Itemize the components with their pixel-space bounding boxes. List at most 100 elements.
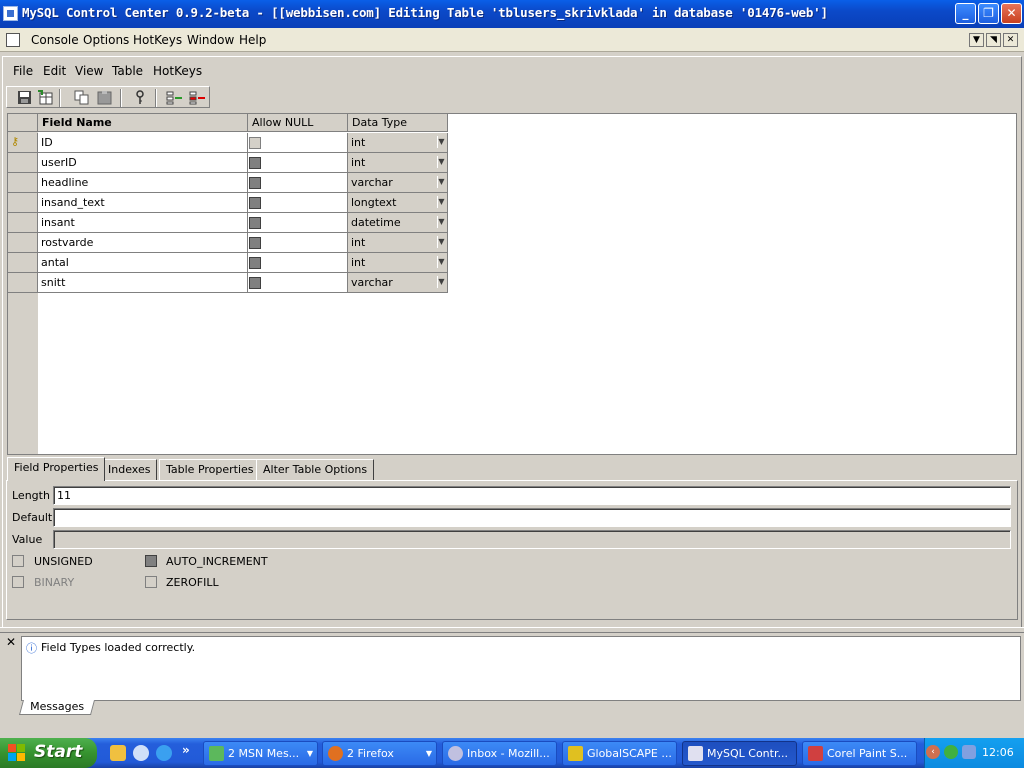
menu-table[interactable]: Table <box>112 64 143 78</box>
close-button[interactable]: ✕ <box>1001 3 1022 24</box>
field-name-cell[interactable]: userID <box>38 153 248 173</box>
allow-null-checkbox[interactable] <box>249 237 261 249</box>
length-input[interactable]: 11 <box>53 486 1011 505</box>
mdi-close-button[interactable]: ✕ <box>1003 33 1018 47</box>
message-text: Field Types loaded correctly. <box>41 641 196 654</box>
allow-null-cell[interactable] <box>248 213 348 233</box>
dropdown-arrow-icon[interactable]: ▼ <box>437 156 445 168</box>
task-mysql[interactable]: MySQL Contr... <box>682 741 797 766</box>
allow-null-cell[interactable] <box>248 133 348 153</box>
allow-null-cell[interactable] <box>248 153 348 173</box>
delete-field-icon[interactable] <box>189 90 206 105</box>
data-type-cell[interactable]: int ▼ <box>348 253 448 273</box>
menu-edit[interactable]: Edit <box>43 64 66 78</box>
menu-hotkeys[interactable]: HotKeys <box>133 33 182 47</box>
document-icon[interactable] <box>6 33 20 47</box>
tray-messenger-icon[interactable] <box>962 745 976 759</box>
menu-console[interactable]: Console <box>31 33 79 47</box>
start-button[interactable]: Start <box>0 738 97 768</box>
ie-icon[interactable] <box>156 745 172 761</box>
tab-messages[interactable]: Messages <box>18 700 96 715</box>
task-msn[interactable]: 2 MSN Mes... ▼ <box>203 741 318 766</box>
data-type-cell[interactable]: longtext ▼ <box>348 193 448 213</box>
window-title: MySQL Control Center 0.9.2-beta - [[webb… <box>22 5 828 20</box>
allow-null-checkbox[interactable] <box>249 217 261 229</box>
field-name-cell[interactable]: insant <box>38 213 248 233</box>
allow-null-cell[interactable] <box>248 193 348 213</box>
task-corel[interactable]: Corel Paint S... <box>802 741 917 766</box>
dropdown-arrow-icon[interactable]: ▼ <box>437 176 445 188</box>
key-icon[interactable] <box>132 90 149 105</box>
field-name-cell[interactable]: insand_text <box>38 193 248 213</box>
allow-null-checkbox[interactable] <box>249 197 261 209</box>
allow-null-checkbox[interactable] <box>249 177 261 189</box>
media-icon[interactable] <box>133 745 149 761</box>
allow-null-cell[interactable] <box>248 233 348 253</box>
allow-null-checkbox[interactable] <box>249 257 261 269</box>
data-type-cell[interactable]: int ▼ <box>348 153 448 173</box>
new-table-icon[interactable] <box>37 90 54 105</box>
minimize-button[interactable]: _ <box>955 3 976 24</box>
header-allow-null[interactable]: Allow NULL <box>248 114 348 132</box>
field-name-cell[interactable]: headline <box>38 173 248 193</box>
dropdown-arrow-icon[interactable]: ▼ <box>437 136 445 148</box>
value-label: Value <box>12 533 43 546</box>
field-name-cell[interactable]: rostvarde <box>38 233 248 253</box>
binary-label: BINARY <box>34 576 75 589</box>
close-messages-icon[interactable]: ✕ <box>4 636 18 650</box>
data-type-cell[interactable]: varchar ▼ <box>348 173 448 193</box>
tray-security-icon[interactable] <box>944 745 958 759</box>
zerofill-checkbox[interactable] <box>145 576 157 588</box>
field-name-cell[interactable]: antal <box>38 253 248 273</box>
data-type-cell[interactable]: int ▼ <box>348 133 448 153</box>
folder-icon[interactable] <box>110 745 126 761</box>
allow-null-checkbox[interactable] <box>249 157 261 169</box>
auto-increment-checkbox[interactable] <box>145 555 157 567</box>
dropdown-arrow-icon[interactable]: ▼ <box>437 236 445 248</box>
data-type-cell[interactable]: int ▼ <box>348 233 448 253</box>
allow-null-cell[interactable] <box>248 173 348 193</box>
tab-table-properties[interactable]: Table Properties <box>159 459 261 480</box>
task-globalscape[interactable]: GlobalSCAPE ... <box>562 741 677 766</box>
allow-null-checkbox[interactable] <box>249 277 261 289</box>
tab-indexes[interactable]: Indexes <box>101 459 158 480</box>
tab-field-properties[interactable]: Field Properties <box>7 457 106 481</box>
dropdown-arrow-icon[interactable]: ▼ <box>437 216 445 228</box>
auto-increment-label: AUTO_INCREMENT <box>166 555 268 568</box>
app-icon[interactable] <box>3 6 18 21</box>
menu-file[interactable]: File <box>13 64 33 78</box>
data-type-cell[interactable]: varchar ▼ <box>348 273 448 293</box>
tray-expand-icon[interactable]: ‹ <box>926 745 940 759</box>
header-field-name[interactable]: Field Name <box>38 114 248 132</box>
menu-options[interactable]: Options <box>83 33 129 47</box>
restore-button[interactable]: ❐ <box>978 3 999 24</box>
tab-alter-table-options[interactable]: Alter Table Options <box>256 459 375 480</box>
mdi-restore-button[interactable]: ◥ <box>986 33 1001 47</box>
allow-null-cell[interactable] <box>248 253 348 273</box>
menu-hotkeys-editor[interactable]: HotKeys <box>153 64 202 78</box>
default-input[interactable] <box>53 508 1011 527</box>
menu-help[interactable]: Help <box>239 33 266 47</box>
field-name-cell[interactable]: snitt <box>38 273 248 293</box>
save-icon[interactable] <box>16 90 33 105</box>
header-data-type[interactable]: Data Type <box>348 114 448 132</box>
dropdown-arrow-icon[interactable]: ▼ <box>437 196 445 208</box>
field-name-cell[interactable]: ID <box>38 133 248 153</box>
data-type-cell[interactable]: datetime ▼ <box>348 213 448 233</box>
grid-corner <box>8 114 38 132</box>
allow-null-cell[interactable] <box>248 273 348 293</box>
messages-splitter[interactable] <box>0 627 1024 633</box>
mdi-minimize-button[interactable]: ▼ <box>969 33 984 47</box>
more-quicklaunch-icon[interactable]: » <box>182 743 190 757</box>
allow-null-checkbox[interactable] <box>249 137 261 149</box>
copy-icon[interactable] <box>73 90 90 105</box>
dropdown-arrow-icon[interactable]: ▼ <box>437 256 445 268</box>
paste-icon[interactable] <box>96 90 113 105</box>
task-inbox[interactable]: Inbox - Mozill... <box>442 741 557 766</box>
insert-field-icon[interactable] <box>166 90 183 105</box>
menu-window[interactable]: Window <box>187 33 234 47</box>
dropdown-arrow-icon[interactable]: ▼ <box>437 276 445 288</box>
task-firefox[interactable]: 2 Firefox ▼ <box>322 741 437 766</box>
menu-view[interactable]: View <box>75 64 103 78</box>
unsigned-checkbox[interactable] <box>12 555 24 567</box>
